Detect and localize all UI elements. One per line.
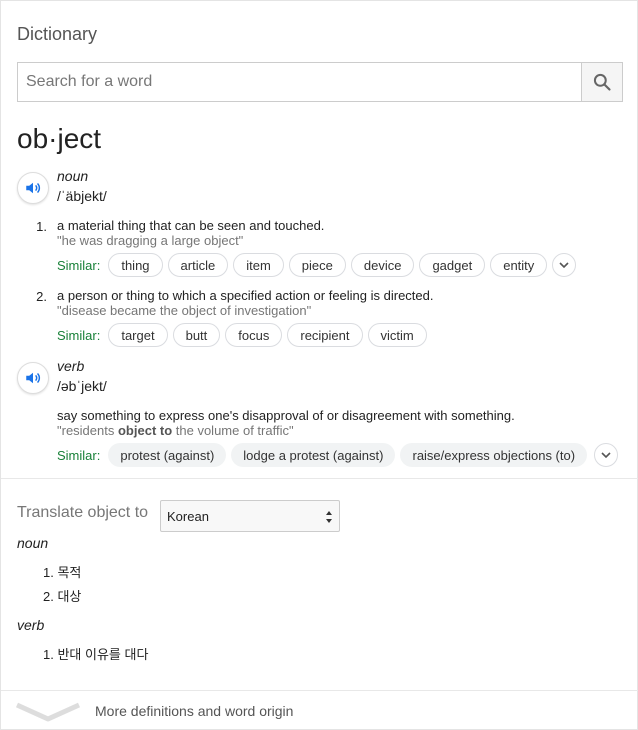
- example-text: the volume of traffic": [172, 423, 294, 438]
- search-box: [17, 62, 623, 102]
- divider: [1, 478, 638, 479]
- more-definitions-link[interactable]: More definitions and word origin: [95, 703, 293, 719]
- similar-label: Similar:: [57, 447, 101, 463]
- similar-row: Similar: protest (against) lodge a prote…: [57, 443, 619, 467]
- sense-example: "he was dragging a large object": [57, 233, 244, 248]
- synonym-chip[interactable]: article: [167, 253, 229, 277]
- translation-text: 대상: [57, 589, 82, 604]
- expand-similar-button[interactable]: [594, 443, 619, 467]
- dictionary-title: Dictionary: [17, 24, 98, 44]
- search-input[interactable]: [18, 63, 582, 101]
- translate-verb-pos: verb: [17, 617, 45, 633]
- noun-phonetic: /ˈäbjekt/: [57, 188, 107, 204]
- translate-label: Translate object to: [17, 504, 149, 521]
- synonym-chip[interactable]: item: [233, 253, 284, 277]
- speaker-icon: [26, 372, 41, 384]
- similar-row: Similar: target butt focus recipient vic…: [57, 323, 432, 347]
- divider: [1, 690, 638, 691]
- synonym-chip[interactable]: protest (against): [108, 443, 227, 467]
- translation-number: 1.: [43, 565, 54, 580]
- sense-definition: say something to express one's disapprov…: [57, 408, 515, 423]
- headword: ob·ject: [17, 123, 102, 154]
- sense-example: "residents object to the volume of traff…: [57, 423, 294, 438]
- chevron-down-icon: [559, 262, 569, 269]
- translation-item: 1. 목적: [43, 562, 81, 581]
- sense-number: 1.: [36, 219, 47, 234]
- similar-row: Similar: thing article item piece device…: [57, 253, 577, 277]
- synonym-chip[interactable]: gadget: [419, 253, 486, 277]
- similar-label: Similar:: [57, 327, 101, 343]
- search-icon: [593, 73, 611, 91]
- similar-label: Similar:: [57, 257, 101, 273]
- sense-definition: a material thing that can be seen and to…: [57, 218, 325, 233]
- language-select-value: Korean: [167, 508, 209, 524]
- language-select[interactable]: Korean: [160, 500, 340, 532]
- translation-text: 목적: [57, 565, 82, 580]
- synonym-chip[interactable]: butt: [172, 323, 221, 347]
- example-highlight: object to: [117, 423, 173, 438]
- sense-example: "disease became the object of investigat…: [57, 303, 312, 318]
- verb-pos-label: verb: [57, 358, 85, 374]
- synonym-chip[interactable]: lodge a protest (against): [231, 443, 396, 467]
- translation-number: 1.: [43, 647, 54, 662]
- synonym-chip[interactable]: recipient: [287, 323, 363, 347]
- translate-noun-pos: noun: [17, 535, 49, 551]
- synonym-chip[interactable]: device: [350, 253, 415, 277]
- dictionary-card: Dictionary ob·ject noun /ˈäbjekt/ 1. a m…: [0, 0, 638, 730]
- verb-pronunciation-button[interactable]: [17, 362, 49, 394]
- expand-chevron-icon[interactable]: [15, 699, 81, 723]
- translation-number: 2.: [43, 589, 54, 604]
- synonym-chip[interactable]: entity: [490, 253, 548, 277]
- verb-phonetic: /əbˈjekt/: [57, 378, 107, 394]
- sense-definition: a person or thing to which a specified a…: [57, 288, 434, 303]
- synonym-chip[interactable]: piece: [288, 253, 346, 277]
- synonym-chip[interactable]: thing: [108, 253, 163, 277]
- synonym-chip[interactable]: raise/express objections (to): [400, 443, 588, 467]
- synonym-chip[interactable]: focus: [225, 323, 283, 347]
- select-arrows-icon: [326, 511, 332, 523]
- noun-pronunciation-button[interactable]: [17, 172, 49, 204]
- translation-text: 반대 이유를 대다: [57, 647, 149, 662]
- noun-pos-label: noun: [57, 168, 89, 184]
- translation-item: 2. 대상: [43, 586, 81, 605]
- expand-similar-button[interactable]: [552, 253, 577, 277]
- translation-item: 1. 반대 이유를 대다: [43, 644, 148, 663]
- search-button[interactable]: [581, 63, 622, 101]
- example-text: "residents: [57, 423, 118, 438]
- synonym-chip[interactable]: target: [108, 323, 168, 347]
- chevron-down-icon: [601, 452, 611, 459]
- sense-number: 2.: [36, 289, 47, 304]
- synonym-chip[interactable]: victim: [367, 323, 427, 347]
- speaker-icon: [26, 182, 41, 194]
